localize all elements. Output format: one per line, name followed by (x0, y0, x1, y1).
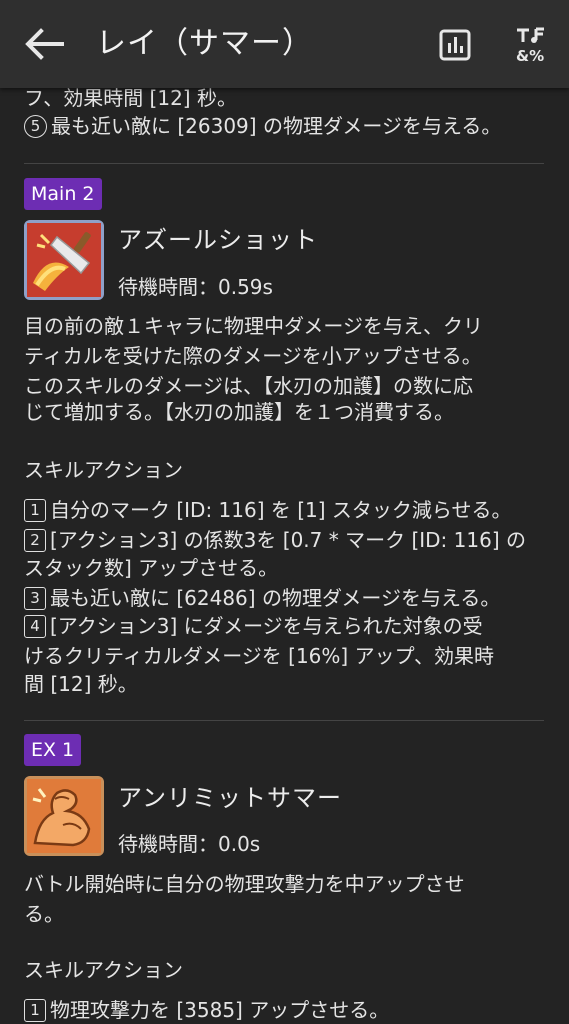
skill-action: 1 物理攻撃力を [3585] アップさせる。 (24, 996, 389, 1024)
skill-type-badge: EX 1 (24, 734, 82, 766)
skill-description-line: このスキルのダメージは、【水刃の加護】の数に応 (24, 374, 473, 398)
action-number: 4 (24, 615, 46, 638)
cast-time: 待機時間：0.59s (118, 275, 273, 299)
skill-description-line: バトル開始時に自分の物理攻撃力を中アップさせ (24, 872, 465, 896)
skill-icon (24, 220, 104, 300)
translate-icon: &% (516, 27, 544, 65)
action-number: 1 (24, 499, 46, 522)
skill-action: 4 [アクション3] にダメージを与えられた対象の受 (24, 612, 483, 640)
svg-text:&%: &% (516, 47, 544, 64)
back-button[interactable] (22, 26, 66, 62)
stats-button[interactable] (438, 28, 472, 62)
app-bar: レイ（サマー） &% (0, 0, 569, 88)
action-number: 1 (24, 999, 46, 1022)
skill-description-line: る。 (24, 902, 64, 926)
skill-description-line: ティカルを受けた際のダメージを小アップさせる。 (24, 344, 482, 368)
skill-name: アズールショット (118, 226, 318, 254)
skill-action-continued: けるクリティカルダメージを [16%] アップ、効果時 (24, 644, 494, 668)
sword-slash-icon (27, 223, 101, 297)
bar-chart-icon (439, 29, 471, 61)
skill-action: 1 自分のマーク [ID: 116] を [1] スタック減らせる。 (24, 496, 512, 524)
action-number: 2 (24, 529, 46, 552)
action-number: 3 (24, 587, 46, 610)
divider (24, 720, 544, 721)
skill-description-line: 目の前の敵１キャラに物理中ダメージを与え、クリ (24, 314, 483, 338)
previous-skill-action: 5 最も近い敵に [26309] の物理ダメージを与える。 (24, 112, 501, 140)
translate-button[interactable]: &% (514, 26, 550, 65)
skill-action-continued: スタック数] アップさせる。 (24, 556, 279, 580)
skill-action: 3 最も近い敵に [62486] の物理ダメージを与える。 (24, 584, 500, 612)
flexed-arm-icon (27, 779, 101, 853)
skill-type-badge: Main 2 (24, 178, 102, 210)
skill-action: 2 [アクション3] の係数3を [0.7 * マーク [ID: 116] の (24, 526, 526, 554)
skill-description-line: じて増加する。【水刃の加護】を１つ消費する。 (24, 400, 454, 424)
skill-action-continued: 間 [12] 秒。 (24, 672, 138, 696)
skill-list[interactable]: フ、効果時間 [12] 秒。 5 最も近い敵に [26309] の物理ダメージを与… (0, 88, 569, 1024)
page-title: レイ（サマー） (96, 26, 313, 61)
previous-skill-line: フ、効果時間 [12] 秒。 (24, 88, 237, 110)
skill-actions-title: スキルアクション (24, 958, 183, 982)
skill-icon (24, 776, 104, 856)
skill-actions-title: スキルアクション (24, 458, 183, 482)
cast-time: 待機時間：0.0s (118, 832, 261, 856)
action-number: 5 (24, 115, 47, 138)
divider (24, 163, 544, 164)
skill-name: アンリミットサマー (118, 784, 343, 812)
arrow-left-icon (25, 28, 64, 60)
